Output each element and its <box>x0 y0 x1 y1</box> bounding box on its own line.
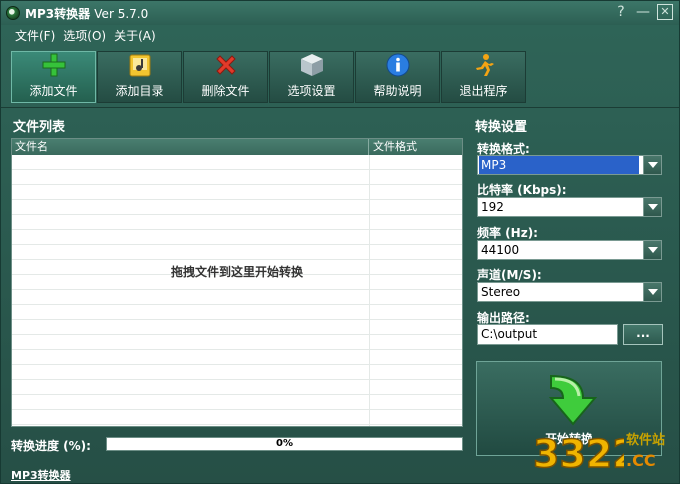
delete-icon <box>212 52 240 78</box>
watermark-brand: 3322 <box>533 432 624 476</box>
chevron-down-icon[interactable] <box>643 283 661 301</box>
exit-runner-icon <box>470 52 498 78</box>
channel-value: Stereo <box>481 285 521 299</box>
add-file-label: 添加文件 <box>29 84 78 98</box>
column-divider <box>369 155 370 426</box>
add-folder-button[interactable]: 添加目录 <box>97 51 182 103</box>
settings-button[interactable]: 选项设置 <box>269 51 354 103</box>
app-window: MP3转换器 Ver 5.7.0 ? — ✕ 文件(F) 选项(O) 关于(A)… <box>0 0 680 484</box>
close-button[interactable]: ✕ <box>657 4 673 20</box>
output-path-input[interactable]: C:\output <box>477 324 618 345</box>
frequency-value: 44100 <box>481 243 520 257</box>
info-icon <box>384 52 412 78</box>
app-version: Ver 5.7.0 <box>94 6 149 21</box>
chevron-down-icon[interactable] <box>643 241 661 259</box>
channel-label: 声道(M/S): <box>477 268 542 282</box>
menu-bar: 文件(F) 选项(O) 关于(A) <box>1 25 679 45</box>
frequency-label: 频率 (Hz): <box>477 226 538 240</box>
file-list-header: 文件名 文件格式 <box>12 139 462 155</box>
toolbar-divider <box>1 107 679 108</box>
delete-file-button[interactable]: 删除文件 <box>183 51 268 103</box>
file-list-table[interactable]: 文件名 文件格式 拖拽文件到这里开始转换 <box>11 138 463 427</box>
settings-title: 转换设置 <box>475 120 528 135</box>
toolbar: 添加文件 添加目录 删除文件 选项设置 帮助说明 退出程序 <box>11 51 526 103</box>
app-name: MP3转换器 <box>25 6 91 21</box>
exit-label: 退出程序 <box>459 84 508 98</box>
progress-bar: 0% <box>106 437 463 451</box>
help-button[interactable]: ? <box>613 4 629 20</box>
progress-text: 0% <box>276 438 293 449</box>
bitrate-select[interactable]: 192 <box>477 197 662 217</box>
add-folder-icon <box>126 52 154 78</box>
delete-file-label: 删除文件 <box>201 84 250 98</box>
window-controls: ? — ✕ <box>613 4 673 20</box>
window-title: MP3转换器 Ver 5.7.0 <box>25 5 148 22</box>
minimize-button[interactable]: — <box>635 4 651 20</box>
watermark-site: 软件站 <box>626 433 666 448</box>
column-filename[interactable]: 文件名 <box>12 139 369 155</box>
add-file-button[interactable]: 添加文件 <box>11 51 96 103</box>
drop-hint: 拖拽文件到这里开始转换 <box>170 265 303 279</box>
footer-app-link[interactable]: MP3转换器 <box>11 467 71 483</box>
channel-select[interactable]: Stereo <box>477 282 662 302</box>
add-folder-label: 添加目录 <box>115 84 164 98</box>
menu-options[interactable]: 选项(O) <box>63 27 106 44</box>
menu-about[interactable]: 关于(A) <box>114 27 156 44</box>
watermark-logo: 3322 软件站 .CC <box>529 421 679 483</box>
file-list-body[interactable]: 拖拽文件到这里开始转换 <box>12 155 462 426</box>
bitrate-value: 192 <box>481 200 504 214</box>
add-file-icon <box>40 52 68 78</box>
browse-button[interactable]: ... <box>623 324 663 345</box>
bitrate-label: 比特率 (Kbps): <box>477 183 567 197</box>
menu-file[interactable]: 文件(F) <box>15 27 55 44</box>
settings-cube-icon <box>298 52 326 78</box>
frequency-select[interactable]: 44100 <box>477 240 662 260</box>
exit-button[interactable]: 退出程序 <box>441 51 526 103</box>
convert-arrow-icon <box>548 374 598 426</box>
format-value: MP3 <box>479 156 639 174</box>
help-doc-label: 帮助说明 <box>373 84 422 98</box>
progress-label: 转换进度 (%): <box>11 439 91 453</box>
format-select[interactable]: MP3 <box>477 155 662 175</box>
chevron-down-icon[interactable] <box>643 198 661 216</box>
chevron-down-icon[interactable] <box>643 156 661 174</box>
app-logo-icon <box>6 6 20 20</box>
watermark-domain: .CC <box>626 451 656 470</box>
title-bar: MP3转换器 Ver 5.7.0 ? — ✕ <box>1 1 679 25</box>
column-format[interactable]: 文件格式 <box>369 139 462 155</box>
watermark-brand-icon: 3322 <box>532 431 639 477</box>
settings-label: 选项设置 <box>287 84 336 98</box>
help-doc-button[interactable]: 帮助说明 <box>355 51 440 103</box>
file-list-title: 文件列表 <box>13 120 66 135</box>
